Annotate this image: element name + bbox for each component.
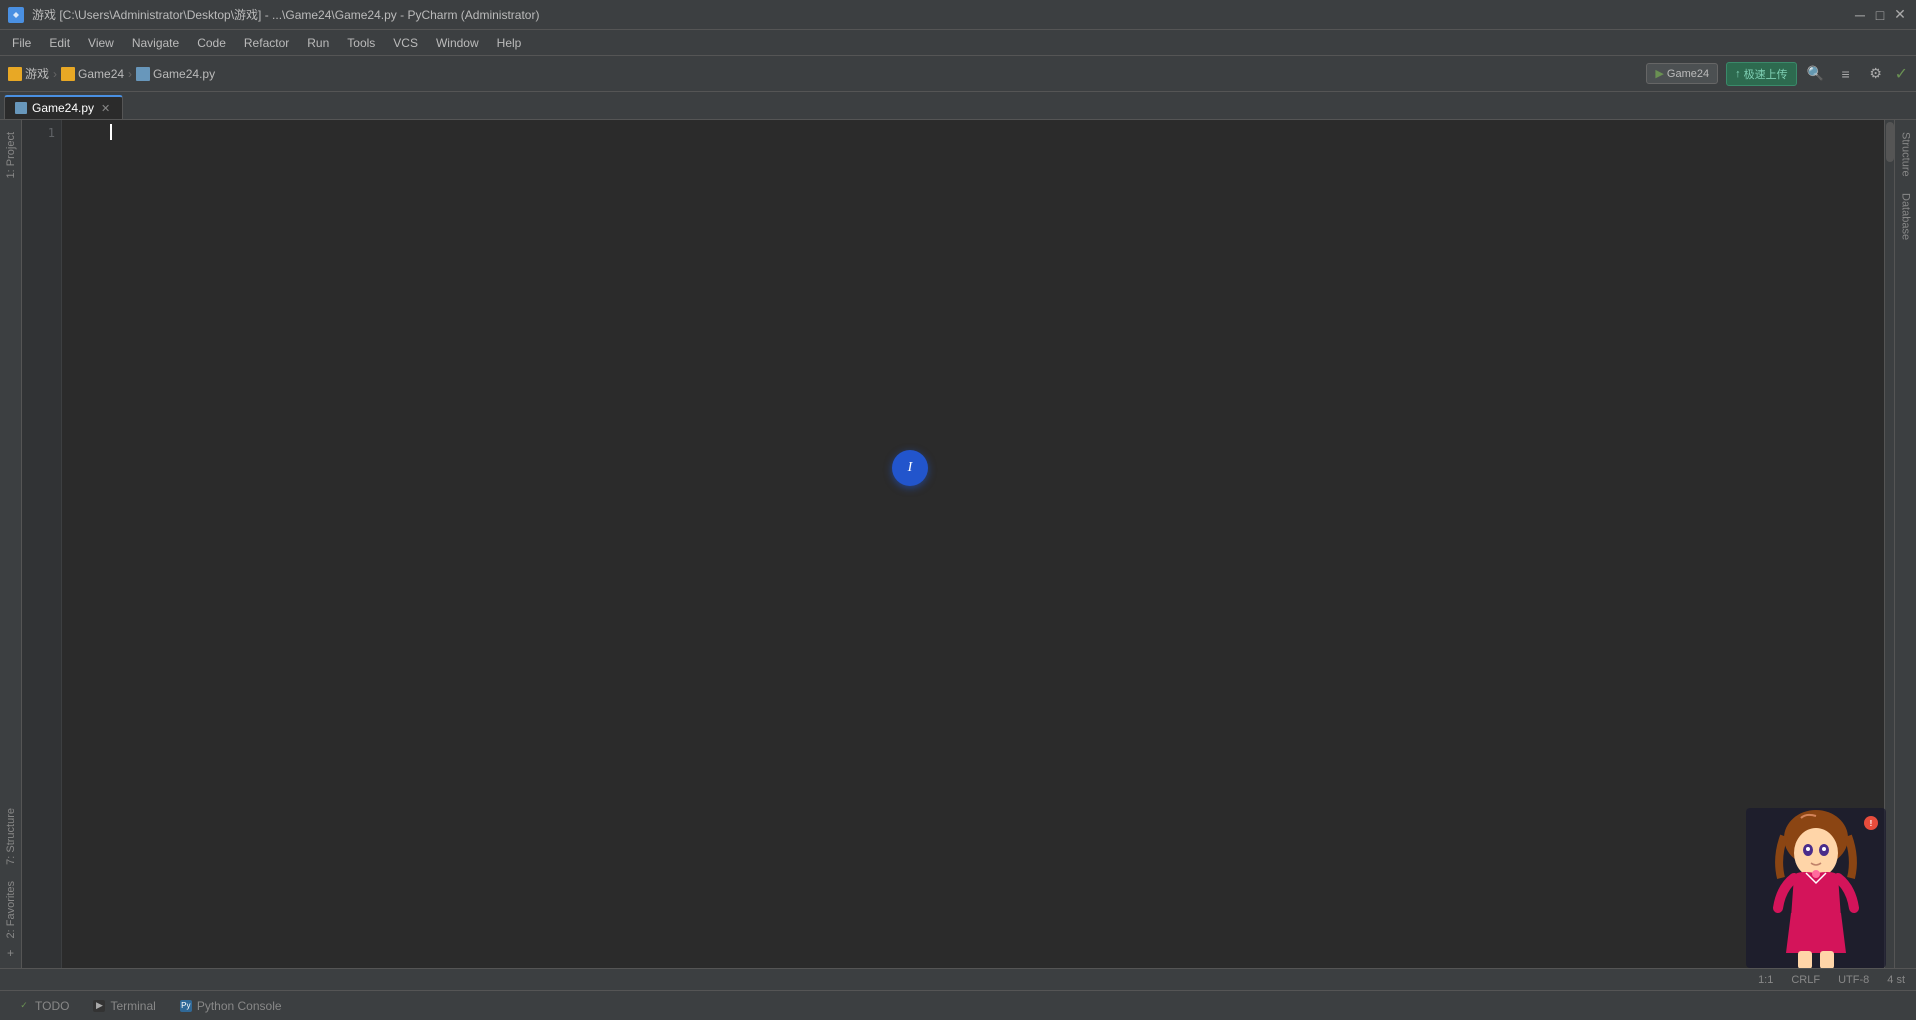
run-button[interactable]: ▶ Game24: [1646, 63, 1718, 84]
menu-help[interactable]: Help: [489, 33, 530, 53]
menu-navigate[interactable]: Navigate: [124, 33, 187, 53]
todo-label: TODO: [35, 999, 69, 1013]
run-label: Game24: [1667, 68, 1709, 80]
bottom-toolbar: ✓ TODO ▶ Terminal Py Python Console: [0, 990, 1916, 1020]
bottom-tab-python-console[interactable]: Py Python Console: [170, 994, 292, 1018]
bottom-tab-todo[interactable]: ✓ TODO: [8, 994, 79, 1018]
upload-icon: ↑: [1735, 68, 1741, 80]
breadcrumb-file[interactable]: Game24.py: [136, 67, 215, 81]
project-folder-icon: [8, 67, 22, 81]
menu-run[interactable]: Run: [299, 33, 337, 53]
line-separator[interactable]: CRLF: [1788, 974, 1823, 986]
menu-tools[interactable]: Tools: [339, 33, 383, 53]
minimize-button[interactable]: ─: [1852, 7, 1868, 23]
menu-file[interactable]: File: [4, 33, 39, 53]
editor-content[interactable]: [62, 120, 1884, 128]
text-cursor: [110, 124, 112, 140]
indent-spaces[interactable]: 4 st: [1884, 974, 1908, 986]
left-panel: 1: Project 7: Structure 2: Favorites +: [0, 120, 22, 968]
menu-edit[interactable]: Edit: [41, 33, 78, 53]
title-text: 游戏 [C:\Users\Administrator\Desktop\游戏] -…: [32, 6, 539, 23]
editor-area[interactable]: I: [62, 120, 1884, 968]
character-svg: [1746, 808, 1886, 968]
folder-icon: [61, 67, 75, 81]
breadcrumb-project[interactable]: 游戏: [8, 65, 49, 82]
python-console-label: Python Console: [197, 999, 282, 1013]
character-decoration: !: [1746, 808, 1886, 968]
toolbar: 游戏 › Game24 › Game24.py ▶ Game24 ↑ 极速上传 …: [0, 56, 1916, 92]
breadcrumb-sep-2: ›: [128, 67, 132, 81]
favorites-panel-tab[interactable]: 2: Favorites: [2, 873, 20, 946]
search-button[interactable]: 🔍: [1805, 63, 1827, 85]
menu-view[interactable]: View: [80, 33, 122, 53]
breadcrumb-sep-1: ›: [53, 67, 57, 81]
server-panel-tab[interactable]: Structure: [1897, 124, 1915, 185]
right-panel: Structure Database: [1894, 120, 1916, 968]
structure-panel-tab[interactable]: 7: Structure: [2, 800, 20, 873]
run-icon: ▶: [1655, 67, 1663, 80]
title-bar-controls: ─ □ ✕: [1852, 7, 1908, 23]
breadcrumb: 游戏 › Game24 › Game24.py: [8, 65, 215, 82]
cursor-indicator: I: [892, 450, 928, 486]
encoding[interactable]: UTF-8: [1835, 974, 1872, 986]
file-icon: [136, 67, 150, 81]
menu-window[interactable]: Window: [428, 33, 487, 53]
terminal-label: Terminal: [110, 999, 155, 1013]
breadcrumb-folder[interactable]: Game24: [61, 67, 124, 81]
title-bar: 游戏 [C:\Users\Administrator\Desktop\游戏] -…: [0, 0, 1916, 30]
status-bar: 1:1 CRLF UTF-8 4 st: [0, 968, 1916, 990]
cursor-position[interactable]: 1:1: [1755, 974, 1776, 986]
add-panel-btn[interactable]: +: [7, 946, 14, 960]
menu-refactor[interactable]: Refactor: [236, 33, 297, 53]
title-bar-left: 游戏 [C:\Users\Administrator\Desktop\游戏] -…: [8, 6, 539, 23]
project-panel-tab[interactable]: 1: Project: [2, 124, 20, 186]
menu-vcs[interactable]: VCS: [385, 33, 426, 53]
todo-icon: ✓: [18, 1000, 30, 1012]
cursor-symbol: I: [908, 460, 913, 476]
menu-code[interactable]: Code: [189, 33, 234, 53]
tab-close-button[interactable]: ✕: [99, 102, 112, 115]
tab-bar: Game24.py ✕: [0, 92, 1916, 120]
line-number-1: 1: [22, 124, 55, 142]
terminal-icon: ▶: [93, 1000, 105, 1012]
database-panel-tab[interactable]: Database: [1897, 185, 1915, 248]
menu-bar: File Edit View Navigate Code Refactor Ru…: [0, 30, 1916, 56]
line-gutter: 1: [22, 120, 62, 968]
settings-button[interactable]: ⚙: [1865, 63, 1887, 85]
checkmark-icon: ✓: [1895, 64, 1908, 84]
close-button[interactable]: ✕: [1892, 7, 1908, 23]
tab-label: Game24.py: [32, 101, 94, 115]
toolbar-left: 游戏 › Game24 › Game24.py: [8, 65, 215, 82]
tab-game24py[interactable]: Game24.py ✕: [4, 95, 123, 119]
tab-file-icon: [15, 102, 27, 114]
bottom-tab-terminal[interactable]: ▶ Terminal: [83, 994, 165, 1018]
maximize-button[interactable]: □: [1872, 7, 1888, 23]
app-icon: [8, 7, 24, 23]
toolbar-right: ▶ Game24 ↑ 极速上传 🔍 ≡ ⚙ ✓: [1646, 62, 1908, 86]
upload-label: 极速上传: [1744, 66, 1788, 82]
notification-dot: !: [1864, 816, 1878, 830]
python-console-icon: Py: [180, 1000, 192, 1012]
status-bar-right: 1:1 CRLF UTF-8 4 st: [1755, 974, 1908, 986]
list-button[interactable]: ≡: [1835, 63, 1857, 85]
scrollbar-thumb[interactable]: [1886, 122, 1894, 162]
upload-button[interactable]: ↑ 极速上传: [1726, 62, 1797, 86]
